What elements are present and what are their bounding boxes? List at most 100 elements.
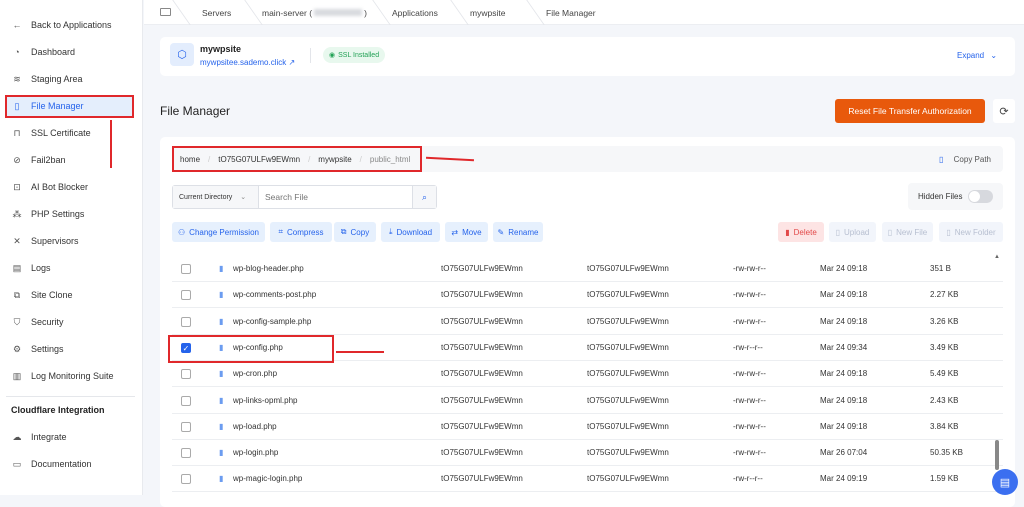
divider xyxy=(310,48,311,63)
sidebar-item-supervisors[interactable]: ✕ Supervisors xyxy=(5,231,133,251)
row-checkbox[interactable] xyxy=(181,290,191,301)
sidebar-item-fail2ban[interactable]: ⊘ Fail2ban xyxy=(5,150,133,170)
action-label: Change Permission xyxy=(189,227,259,237)
sidebar-item-logs[interactable]: ▤ Logs xyxy=(5,258,133,278)
file-size: 3.49 KB xyxy=(930,342,959,352)
file-size: 3.26 KB xyxy=(930,316,959,326)
gauge-icon: ◔ xyxy=(14,47,20,57)
upload-button[interactable]: ▯ Upload xyxy=(829,222,876,242)
row-checkbox[interactable] xyxy=(181,474,191,485)
new-file-button[interactable]: ▯ New File xyxy=(882,222,933,242)
row-checkbox[interactable] xyxy=(181,369,191,380)
compress-button[interactable]: ⌗ Compress xyxy=(270,222,332,242)
refresh-button[interactable]: ⟳ xyxy=(993,99,1015,123)
sidebar-item-log-monitoring-suite[interactable]: ▥ Log Monitoring Suite xyxy=(5,366,133,386)
row-checkbox[interactable] xyxy=(181,264,191,274)
breadcrumb-server[interactable]: main-server () xyxy=(262,0,367,25)
file-name[interactable]: wp-config-sample.php xyxy=(233,309,311,335)
file-name[interactable]: wp-load.php xyxy=(233,414,277,440)
path-user[interactable]: tO75G07ULFw9EWmn xyxy=(218,155,300,164)
hidden-files-label: Hidden Files xyxy=(918,192,963,201)
file-permissions: -rw-rw-r-- xyxy=(733,290,766,300)
php-file-icon: ▮ xyxy=(219,316,224,326)
breadcrumb-applications[interactable]: Applications xyxy=(392,0,438,25)
file-name[interactable]: wp-magic-login.php xyxy=(233,466,302,492)
annotation-arrow xyxy=(336,351,384,353)
table-row[interactable]: ▮ wp-login.php tO75G07ULFw9EWmn tO75G07U… xyxy=(172,440,1003,467)
file-name[interactable]: wp-comments-post.php xyxy=(233,282,316,308)
row-checkbox[interactable]: ✓ xyxy=(181,342,191,353)
hidden-files-control: Hidden Files xyxy=(908,183,1003,210)
row-checkbox[interactable] xyxy=(181,316,191,327)
table-row[interactable]: ✓ ▮ wp-config.php tO75G07ULFw9EWmn tO75G… xyxy=(172,335,1003,361)
copy-path-button[interactable]: ▯ Copy Path xyxy=(931,155,991,164)
sidebar-item-back-to-applications[interactable]: ← Back to Applications xyxy=(5,15,133,35)
row-checkbox[interactable] xyxy=(181,448,191,459)
scrollbar[interactable] xyxy=(995,440,999,470)
breadcrumb-servers[interactable]: Servers xyxy=(202,0,231,25)
table-row[interactable]: ▮ wp-links-opml.php tO75G07ULFw9EWmn tO7… xyxy=(172,388,1003,414)
move-button[interactable]: ⇄ Move xyxy=(445,222,488,242)
file-name[interactable]: wp-blog-header.php xyxy=(233,256,304,282)
sidebar-item-php-settings[interactable]: ⁂ PHP Settings xyxy=(5,204,133,224)
rename-button[interactable]: ✎ Rename xyxy=(493,222,543,242)
path-home[interactable]: home xyxy=(180,155,200,164)
sidebar-item-dashboard[interactable]: ◔ Dashboard xyxy=(5,42,133,62)
sidebar-item-site-clone[interactable]: ⧉ Site Clone xyxy=(5,285,133,305)
file-owner: tO75G07ULFw9EWmn xyxy=(441,474,523,484)
table-row[interactable]: ▮ wp-comments-post.php tO75G07ULFw9EWmn … xyxy=(172,282,1003,309)
file-group: tO75G07ULFw9EWmn xyxy=(587,421,669,431)
file-owner: tO75G07ULFw9EWmn xyxy=(441,342,523,352)
sidebar-item-ai-bot-blocker[interactable]: ⊡ AI Bot Blocker xyxy=(5,177,133,197)
refresh-icon: ⟳ xyxy=(999,105,1009,118)
lock-icon: ⊓ xyxy=(13,127,21,138)
expand-button[interactable]: Expand ⌄ xyxy=(957,51,997,60)
copy-button[interactable]: ⧉ Copy xyxy=(334,222,376,242)
table-row[interactable]: ▮ wp-blog-header.php tO75G07ULFw9EWmn tO… xyxy=(172,256,1003,282)
breadcrumb-server-label: main-server ( xyxy=(262,7,313,18)
chat-button[interactable]: ▤ xyxy=(992,469,1018,495)
row-checkbox[interactable] xyxy=(181,421,191,432)
sidebar-item-settings[interactable]: ⚙ Settings xyxy=(5,339,133,359)
download-button[interactable]: ⤓ Download xyxy=(381,222,440,242)
breadcrumb-app[interactable]: mywpsite xyxy=(470,0,505,25)
delete-button[interactable]: ▮ Delete xyxy=(778,222,824,242)
file-name[interactable]: wp-config.php xyxy=(233,335,283,361)
sidebar-item-integrate[interactable]: ☁ Integrate xyxy=(5,427,133,447)
table-row[interactable]: ▮ wp-config-sample.php tO75G07ULFw9EWmn … xyxy=(172,309,1003,335)
table-row[interactable]: ▮ wp-cron.php tO75G07ULFw9EWmn tO75G07UL… xyxy=(172,361,1003,388)
search-button[interactable]: ⌕ xyxy=(412,186,436,208)
sidebar-item-documentation[interactable]: ▭ Documentation xyxy=(5,454,133,474)
reset-file-transfer-button[interactable]: Reset File Transfer Authorization xyxy=(835,99,985,123)
file-group: tO75G07ULFw9EWmn xyxy=(587,369,669,379)
file-size: 50.35 KB xyxy=(930,448,963,458)
app-url-link[interactable]: mywpsitee.sademo.click ↗ xyxy=(200,58,295,67)
file-name[interactable]: wp-login.php xyxy=(233,440,278,466)
sidebar-item-security[interactable]: ⛉ Security xyxy=(5,312,133,332)
hidden-files-toggle[interactable] xyxy=(968,190,994,203)
layers-icon: ≋ xyxy=(13,73,21,84)
table-row[interactable]: ▮ wp-magic-login.php tO75G07ULFw9EWmn tO… xyxy=(172,466,1003,493)
path-site[interactable]: mywpsite xyxy=(318,155,351,164)
search-input[interactable] xyxy=(259,186,412,208)
search-scope-select[interactable]: Current Directory ⌄ xyxy=(173,186,259,208)
sidebar-item-ssl-certificate[interactable]: ⊓ SSL Certificate xyxy=(5,123,133,143)
row-checkbox[interactable] xyxy=(181,395,191,406)
file-modified: Mar 24 09:18 xyxy=(820,264,868,273)
change-permission-button[interactable]: ⚇ Change Permission xyxy=(172,222,265,242)
app-name: mywpsite xyxy=(200,44,242,54)
sidebar-item-staging-area[interactable]: ≋ Staging Area xyxy=(5,69,133,89)
file-name[interactable]: wp-cron.php xyxy=(233,361,277,387)
file-name[interactable]: wp-links-opml.php xyxy=(233,388,297,414)
file-modified: Mar 24 09:18 xyxy=(820,421,868,431)
sidebar-item-label: SSL Certificate xyxy=(31,128,91,138)
sidebar-item-label: Security xyxy=(31,317,64,327)
file-modified: Mar 24 09:18 xyxy=(820,316,868,326)
file-permissions: -rw-rw-r-- xyxy=(733,395,766,405)
ssl-icon: ◉ xyxy=(329,52,336,59)
sidebar-item-label: Back to Applications xyxy=(31,20,112,30)
new-folder-button[interactable]: ▯ New Folder xyxy=(939,222,1003,242)
table-row[interactable]: ▮ wp-load.php tO75G07ULFw9EWmn tO75G07UL… xyxy=(172,414,1003,440)
scroll-up-icon[interactable]: ▲ xyxy=(994,254,1000,260)
sidebar-item-file-manager[interactable]: ▯ File Manager xyxy=(5,96,133,116)
